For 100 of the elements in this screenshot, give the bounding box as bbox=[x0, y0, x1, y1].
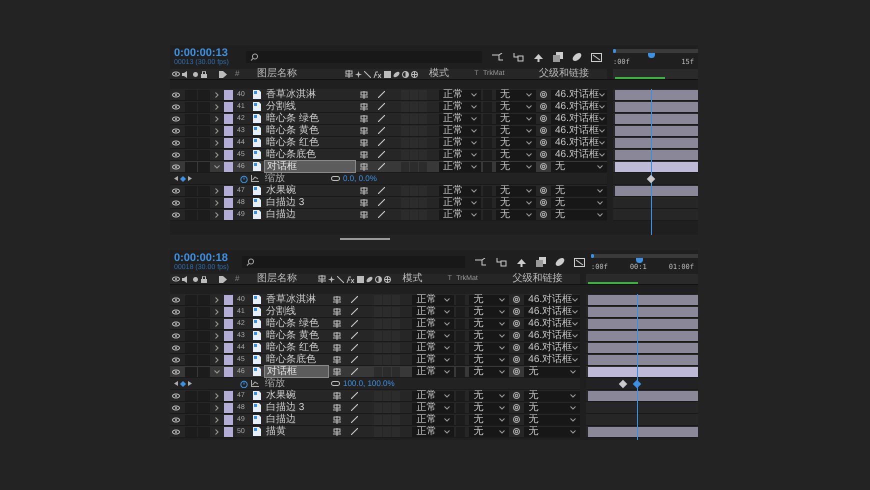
label-color-swatch[interactable] bbox=[224, 306, 233, 316]
mode-dropdown[interactable]: 正常 bbox=[412, 414, 454, 424]
previous-keyframe-icon[interactable] bbox=[174, 176, 178, 181]
eye-icon[interactable] bbox=[172, 308, 180, 314]
label-color-swatch[interactable] bbox=[224, 342, 233, 352]
track-matte-dropdown[interactable]: 无 bbox=[469, 426, 510, 436]
playhead-handle[interactable] bbox=[648, 53, 656, 58]
shy-switch-icon[interactable] bbox=[360, 138, 368, 146]
property-value[interactable]: 100.0, 100.0% bbox=[343, 378, 395, 388]
parent-dropdown[interactable]: 46.对话框 bbox=[524, 306, 580, 316]
stopwatch-icon[interactable] bbox=[240, 174, 248, 182]
work-area-bar[interactable] bbox=[586, 274, 698, 284]
column-header[interactable]: 模式 bbox=[398, 274, 444, 284]
timeline-track[interactable] bbox=[612, 209, 698, 221]
sparkle-icon[interactable] bbox=[354, 70, 362, 78]
mode-dropdown[interactable]: 正常 bbox=[412, 330, 454, 340]
track-matte-dropdown[interactable]: 无 bbox=[469, 294, 510, 304]
parent-dropdown[interactable]: 无 bbox=[550, 210, 607, 220]
navigator-handle[interactable] bbox=[612, 49, 616, 53]
frame-blend-icon[interactable] bbox=[553, 52, 563, 62]
shy-switch-icon[interactable] bbox=[333, 416, 342, 424]
shy-switch-icon[interactable] bbox=[360, 162, 368, 170]
label-color-swatch[interactable] bbox=[224, 294, 233, 304]
label-color-swatch[interactable] bbox=[224, 390, 233, 400]
label-color-swatch[interactable] bbox=[224, 102, 233, 112]
track-matte-dropdown[interactable]: 无 bbox=[496, 138, 536, 148]
eye-icon[interactable] bbox=[172, 128, 180, 134]
shy-switch-icon[interactable] bbox=[333, 404, 342, 412]
track-matte-dropdown[interactable]: 无 bbox=[496, 126, 536, 136]
layer-name[interactable]: 对话框 bbox=[264, 365, 330, 378]
effects-icon[interactable] bbox=[346, 276, 356, 282]
mode-dropdown[interactable]: 正常 bbox=[438, 186, 481, 196]
label-color-swatch[interactable] bbox=[224, 426, 233, 436]
track-matte-dropdown[interactable]: 无 bbox=[469, 306, 510, 316]
eye-icon[interactable] bbox=[172, 392, 180, 398]
layer-name[interactable]: 香草冰淇淋 bbox=[264, 294, 330, 305]
shy-switch-icon[interactable] bbox=[360, 186, 368, 194]
track-matte-dropdown[interactable]: 无 bbox=[496, 102, 536, 112]
shy-switch-icon[interactable] bbox=[333, 332, 342, 340]
chevron-down-icon[interactable] bbox=[214, 368, 220, 374]
link-icon[interactable] bbox=[331, 176, 340, 181]
layer-name[interactable]: 白描边 bbox=[264, 414, 330, 425]
eye-icon[interactable] bbox=[172, 188, 180, 194]
chevron-right-icon[interactable] bbox=[214, 356, 220, 362]
mode-dropdown[interactable]: 正常 bbox=[438, 114, 481, 124]
chevron-right-icon[interactable] bbox=[214, 152, 220, 158]
label-color-swatch[interactable] bbox=[224, 186, 233, 196]
next-keyframe-icon[interactable] bbox=[188, 381, 192, 386]
backslash-icon[interactable] bbox=[337, 276, 344, 282]
track-matte-dropdown[interactable]: 无 bbox=[496, 114, 536, 124]
parent-dropdown[interactable]: 46.对话框 bbox=[524, 318, 580, 328]
label-color-swatch[interactable] bbox=[224, 90, 233, 100]
mode-dropdown[interactable]: 正常 bbox=[412, 306, 454, 316]
layer-name[interactable]: 暗心条底色 bbox=[264, 149, 356, 160]
parent-dropdown[interactable]: 无 bbox=[524, 402, 580, 412]
parent-dropdown[interactable]: 46.对话框 bbox=[550, 126, 607, 136]
shy-switch-icon[interactable] bbox=[360, 114, 368, 122]
lock-toggle[interactable] bbox=[198, 354, 210, 364]
label-color-swatch[interactable] bbox=[224, 414, 233, 424]
speaker-icon[interactable] bbox=[182, 70, 190, 78]
stopwatch-icon[interactable] bbox=[240, 380, 248, 388]
parent-dropdown[interactable]: 无 bbox=[550, 198, 607, 208]
graph-editor-icon[interactable] bbox=[591, 52, 602, 62]
track-matte-dropdown[interactable]: 无 bbox=[469, 414, 510, 424]
parent-dropdown[interactable]: 无 bbox=[524, 390, 580, 400]
graph-editor-icon[interactable] bbox=[574, 257, 585, 267]
parent-dropdown[interactable]: 46.对话框 bbox=[550, 90, 607, 100]
layer-name[interactable]: 水果碗 bbox=[264, 390, 330, 401]
search-field[interactable] bbox=[242, 256, 465, 268]
keyframe[interactable] bbox=[618, 380, 628, 388]
half-circle-icon[interactable] bbox=[375, 276, 382, 282]
playhead-handle[interactable] bbox=[636, 258, 644, 263]
solo-toggle[interactable] bbox=[185, 150, 197, 160]
eye-icon[interactable] bbox=[172, 428, 180, 434]
layer-name[interactable]: 暗心条 黄色 bbox=[264, 330, 330, 341]
parent-dropdown[interactable]: 46.对话框 bbox=[524, 354, 580, 364]
chevron-right-icon[interactable] bbox=[214, 332, 220, 338]
chevron-down-icon[interactable] bbox=[214, 164, 220, 170]
layer-name[interactable]: 对话框 bbox=[264, 160, 356, 173]
shy-switch-icon[interactable] bbox=[360, 102, 368, 110]
mode-dropdown[interactable]: 正常 bbox=[438, 198, 481, 208]
eye-icon[interactable] bbox=[172, 71, 180, 77]
solo-toggle[interactable] bbox=[185, 162, 197, 172]
layer-name[interactable]: 白描边 3 bbox=[264, 197, 356, 208]
lock-toggle[interactable] bbox=[198, 162, 210, 172]
label-color-swatch[interactable] bbox=[224, 330, 233, 340]
eye-icon[interactable] bbox=[172, 368, 180, 374]
layer-name[interactable]: 描黄 bbox=[264, 426, 330, 437]
layer-name[interactable]: 分割线 bbox=[264, 306, 330, 317]
parent-dropdown[interactable]: 无 bbox=[524, 414, 580, 424]
label-color-swatch[interactable] bbox=[224, 198, 233, 208]
solo-toggle[interactable] bbox=[185, 354, 197, 364]
chevron-right-icon[interactable] bbox=[214, 140, 220, 146]
shy-switch-icon[interactable] bbox=[360, 126, 368, 134]
effects-icon[interactable] bbox=[372, 70, 382, 78]
chevron-right-icon[interactable] bbox=[214, 116, 220, 122]
layer-name[interactable]: 暗心条 绿色 bbox=[264, 113, 356, 124]
solo-icon[interactable] bbox=[193, 276, 198, 282]
graph-tool-icon[interactable] bbox=[492, 52, 504, 62]
parent-dropdown[interactable]: 46.对话框 bbox=[524, 330, 580, 340]
